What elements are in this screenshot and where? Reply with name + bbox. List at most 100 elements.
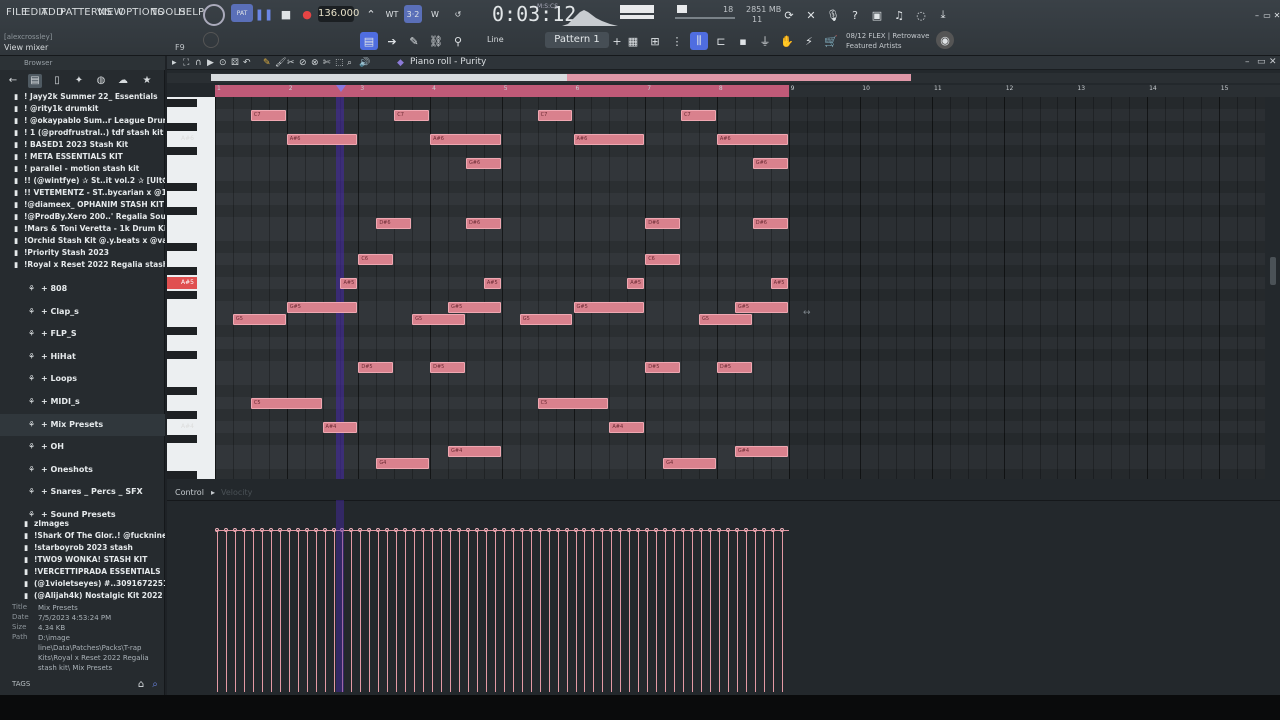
control-label[interactable]: Control	[175, 488, 204, 497]
news-globe-icon[interactable]: ◉	[936, 31, 954, 49]
velocity-bar[interactable]	[548, 532, 550, 692]
note[interactable]: C7	[250, 109, 286, 121]
note[interactable]: G#4	[448, 445, 501, 457]
velocity-bar[interactable]	[763, 532, 765, 692]
browser-subfolder[interactable]: ⚘ + 808	[0, 278, 165, 300]
all-files-icon[interactable]: ▤	[28, 74, 42, 88]
pattern-selector[interactable]: Pattern 1	[545, 32, 609, 48]
velocity-bar[interactable]	[692, 532, 693, 692]
velocity-bar[interactable]	[647, 532, 649, 692]
download-icon[interactable]: ⤓	[934, 6, 952, 24]
control-param[interactable]: Velocity	[221, 488, 252, 497]
mute-tool-icon[interactable]: ⊘	[299, 58, 307, 68]
tempo-display[interactable]: 136.000	[318, 6, 359, 22]
note[interactable]: C7	[394, 109, 430, 121]
slider-handle[interactable]	[677, 5, 687, 13]
note-grid[interactable]: C7 C7 C7 C7 A#6 A#6 A#6 A#6 G#6 G#6 D#6 D#6 D#6 D#6 C6…	[215, 97, 1265, 479]
stamp-icon[interactable]: ⚲	[449, 32, 467, 50]
browser-folder[interactable]: (@1violetseyes) #..3091672251277-001▮	[0, 579, 165, 591]
velocity-bar[interactable]	[665, 532, 667, 692]
browser-folder[interactable]: ! BASED1 2023 Stash Kit ▮	[0, 140, 165, 152]
velocity-bar[interactable]	[297, 532, 299, 692]
vertical-scrollbar[interactable]	[1267, 97, 1279, 479]
window-maximize-icon[interactable]: ▭	[1257, 57, 1266, 67]
velocity-bar[interactable]	[503, 532, 505, 692]
note[interactable]: D#5	[645, 361, 681, 373]
velocity-bar[interactable]	[638, 532, 640, 692]
velocity-lane[interactable]	[215, 500, 789, 692]
velocity-bar[interactable]	[736, 532, 738, 692]
browser-folder[interactable]: (@Alijah4k) Nostalgic Kit 2022 ▮	[0, 591, 165, 603]
metronome-icon[interactable]: ⌃	[362, 5, 380, 23]
velocity-bar[interactable]	[709, 532, 711, 692]
note[interactable]: G#5	[734, 301, 788, 313]
velocity-bar[interactable]	[620, 532, 622, 692]
news-panel[interactable]: 08/12 FLEX | Retrowave Featured Artists	[846, 31, 929, 51]
note[interactable]: C5	[250, 397, 322, 409]
velocity-bar[interactable]	[718, 532, 720, 692]
snap-icon[interactable]: ▤	[360, 32, 378, 50]
window-close-icon[interactable]: ✕	[1269, 57, 1277, 67]
velocity-bar[interactable]	[333, 532, 335, 692]
black-key[interactable]	[167, 99, 197, 107]
velocity-bar[interactable]	[557, 532, 559, 692]
velocity-bar[interactable]	[521, 532, 523, 692]
note[interactable]: A#4	[322, 421, 358, 433]
scale-icon[interactable]: ⚄	[231, 58, 239, 68]
chat-icon[interactable]: ◌	[912, 6, 930, 24]
black-key[interactable]	[167, 435, 197, 443]
velocity-bar[interactable]	[683, 532, 685, 692]
pattern-song-toggle[interactable]: PAT	[231, 4, 253, 22]
velocity-bar[interactable]	[378, 532, 380, 692]
velocity-bar[interactable]	[288, 532, 290, 692]
browser-subfolder[interactable]: ⚘ + Mix Presets	[0, 413, 165, 436]
black-key[interactable]	[167, 387, 197, 395]
velocity-bar[interactable]	[485, 532, 487, 692]
master-pitch-knob[interactable]	[203, 32, 219, 48]
velocity-bar[interactable]	[396, 532, 398, 692]
note[interactable]: A#5	[770, 277, 788, 289]
note[interactable]: G#4	[734, 445, 788, 457]
browser-folder[interactable]: !@diameex_ OPHANIM STASH KIT ▮	[0, 200, 165, 212]
browser-folder[interactable]: !@ProdBy.Xero 200..' Regalia Sound Kit▮	[0, 212, 165, 224]
touch-keyboard-icon[interactable]: ✋	[778, 32, 796, 50]
black-key[interactable]	[167, 351, 197, 359]
control-arrow-icon[interactable]: ▸	[211, 488, 215, 497]
note[interactable]: A#4	[609, 421, 645, 433]
velocity-bar[interactable]	[575, 532, 577, 692]
save-icon[interactable]: ▣	[868, 6, 886, 24]
note[interactable]: D#6	[752, 217, 788, 229]
velocity-bar[interactable]	[423, 532, 425, 692]
velocity-bar[interactable]	[727, 532, 729, 692]
black-key[interactable]	[167, 267, 197, 275]
velocity-bar[interactable]	[414, 532, 416, 692]
velocity-bar[interactable]	[450, 532, 452, 692]
browser-folder[interactable]: !! VETEMENTZ - ST..bycarian x @1kamui▮	[0, 188, 165, 200]
velocity-bar[interactable]	[261, 532, 263, 692]
scroll-thumb[interactable]	[567, 74, 911, 81]
select-tool-icon[interactable]: ⬚	[335, 58, 344, 68]
zoom-tool-icon[interactable]: ⌕	[347, 58, 352, 68]
play-icon[interactable]: ▶	[207, 58, 214, 68]
note[interactable]: G5	[412, 313, 465, 325]
note[interactable]: D#5	[430, 361, 465, 373]
velocity-bar[interactable]	[252, 532, 254, 692]
star-icon[interactable]: ★	[140, 74, 154, 88]
black-key[interactable]	[167, 243, 197, 251]
velocity-bar[interactable]	[306, 532, 308, 692]
note[interactable]: G5	[519, 313, 573, 325]
note[interactable]: G5	[232, 313, 286, 325]
note[interactable]: C7	[537, 109, 573, 121]
velocity-bar[interactable]	[745, 532, 747, 692]
note[interactable]: G#5	[573, 301, 645, 313]
line-mode-select[interactable]: Line	[477, 33, 529, 47]
current-project-icon[interactable]: ▯	[50, 74, 64, 88]
slice-tool-icon[interactable]: ✄	[323, 58, 331, 68]
velocity-bar[interactable]	[494, 532, 496, 692]
browser-folder[interactable]: ! Jayy2k Summer 22_ Essentials ▮	[0, 92, 165, 104]
note[interactable]: D#5	[358, 361, 394, 373]
black-key[interactable]	[167, 411, 197, 419]
velocity-bar[interactable]	[566, 532, 568, 692]
velocity-bar[interactable]	[279, 532, 281, 692]
note[interactable]: C6	[645, 253, 681, 265]
